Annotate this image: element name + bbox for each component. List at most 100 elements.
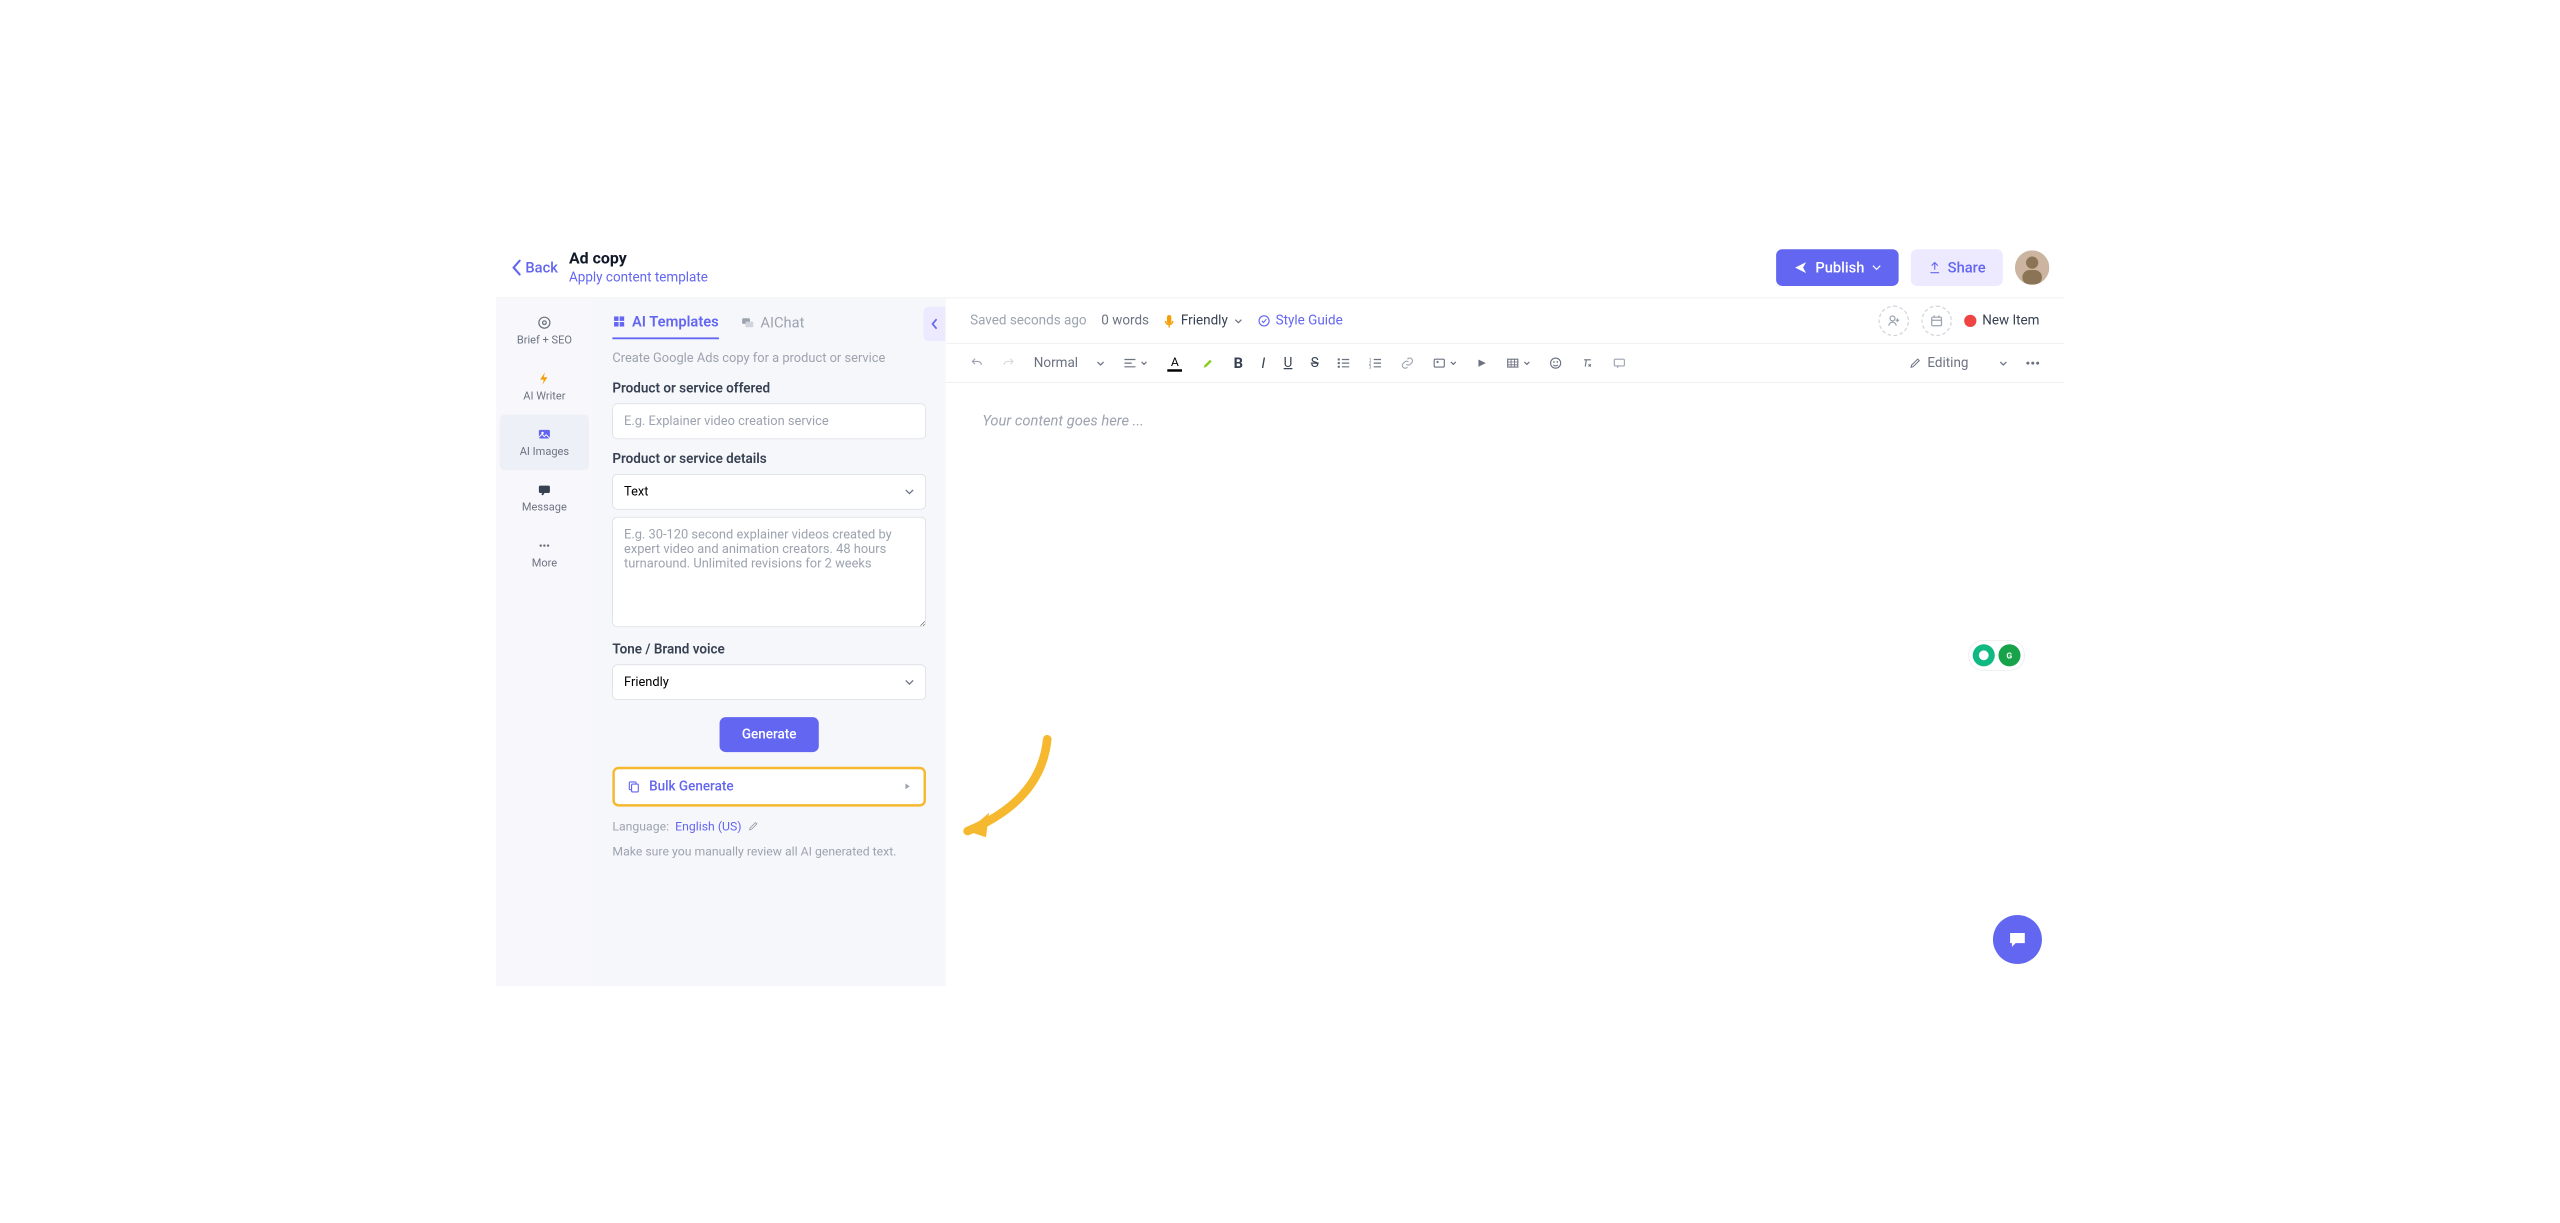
sidebar-item-ai-writer[interactable]: AI Writer (496, 359, 593, 415)
tone-select[interactable]: Friendly (612, 664, 926, 700)
bold-button[interactable]: B (1234, 354, 1243, 371)
svg-text:G: G (2006, 651, 2012, 661)
pencil-icon (1909, 357, 1921, 369)
chevron-down-icon (1450, 360, 1457, 365)
send-icon (1793, 260, 1808, 275)
sidebar-label: Message (522, 501, 567, 514)
user-avatar[interactable] (2015, 250, 2049, 284)
content-editor[interactable]: Your content goes here ... G (946, 383, 2064, 986)
field-label: Product or service details (612, 451, 926, 466)
share-label: Share (1948, 259, 1986, 276)
tone-label: Friendly (1181, 313, 1228, 328)
collapse-panel-button[interactable] (924, 307, 946, 341)
bolt-icon (537, 371, 552, 386)
tab-ai-templates[interactable]: AI Templates (612, 313, 718, 339)
bullet-list-button[interactable] (1337, 357, 1350, 368)
sidebar-item-more[interactable]: More (496, 526, 593, 582)
product-service-input[interactable] (612, 403, 926, 439)
calendar-icon (1929, 313, 1944, 328)
underline-button[interactable]: U (1284, 355, 1293, 370)
chevron-left-icon (930, 317, 939, 330)
table-button[interactable] (1506, 356, 1531, 369)
content-placeholder: Your content goes here ... (982, 412, 2027, 429)
more-icon (2026, 361, 2039, 365)
align-button[interactable] (1123, 357, 1148, 368)
triangle-right-icon (904, 782, 911, 791)
page-title: Ad copy (569, 249, 708, 267)
clear-format-button[interactable] (1581, 356, 1594, 369)
editing-label: Editing (1927, 355, 1968, 370)
video-button[interactable] (1476, 357, 1488, 369)
ai-panel: AI Templates AIChat Create Google Ads co… (593, 298, 946, 986)
check-circle-icon (1257, 314, 1270, 327)
back-button[interactable]: Back (511, 259, 558, 276)
upload-icon (1928, 261, 1941, 274)
edit-icon[interactable] (748, 820, 759, 831)
redo-button[interactable] (1002, 356, 1015, 369)
style-guide-label: Style Guide (1276, 313, 1343, 328)
editing-mode-button[interactable]: Editing (1909, 355, 2008, 370)
product-details-textarea[interactable] (612, 517, 926, 627)
numbered-list-button[interactable]: 123 (1369, 357, 1382, 368)
new-item-label: New Item (1982, 313, 2039, 328)
chevron-down-icon (1999, 360, 2008, 365)
chat-widget-button[interactable] (1993, 915, 2042, 964)
tone-selector[interactable]: Friendly (1164, 313, 1243, 328)
more-toolbar-button[interactable] (2026, 361, 2039, 365)
link-button[interactable] (1401, 356, 1414, 369)
undo-icon (970, 356, 983, 369)
chevron-down-icon (905, 488, 915, 494)
style-guide-button[interactable]: Style Guide (1257, 313, 1343, 328)
sidebar-label: More (532, 557, 557, 570)
chevron-down-icon (1872, 264, 1882, 270)
chevron-down-icon (1096, 360, 1105, 365)
select-value: Text (624, 484, 648, 499)
publish-button[interactable]: Publish (1776, 249, 1899, 286)
text-color-icon: A (1166, 354, 1183, 371)
tab-ai-chat[interactable]: AIChat (741, 313, 805, 339)
sidebar-item-message[interactable]: Message (496, 470, 593, 526)
calendar-button[interactable] (1921, 305, 1952, 336)
chevron-down-icon (1234, 318, 1243, 323)
image-icon (537, 427, 552, 442)
apply-template-link[interactable]: Apply content template (569, 270, 708, 285)
bulk-generate-button[interactable]: Bulk Generate (612, 766, 926, 806)
back-label: Back (525, 259, 558, 276)
chevron-left-icon (511, 259, 522, 276)
comment-button[interactable] (1613, 356, 1626, 369)
details-type-select[interactable]: Text (612, 474, 926, 510)
image-button[interactable] (1433, 356, 1458, 369)
sidebar-item-brief-seo[interactable]: Brief + SEO (496, 303, 593, 359)
language-row: Language: English (US) (612, 819, 926, 834)
saved-status: Saved seconds ago (970, 313, 1087, 328)
user-plus-icon (1886, 313, 1901, 328)
highlight-button[interactable] (1202, 356, 1215, 369)
add-user-button[interactable] (1878, 305, 1909, 336)
chevron-down-icon (905, 679, 915, 685)
review-note: Make sure you manually review all AI gen… (612, 842, 926, 860)
sidebar-label: AI Images (520, 445, 569, 458)
generate-button[interactable]: Generate (720, 717, 819, 752)
italic-button[interactable]: I (1261, 354, 1265, 371)
language-value[interactable]: English (US) (675, 819, 741, 834)
more-icon (537, 538, 552, 553)
bulk-label: Bulk Generate (649, 779, 895, 794)
svg-text:3: 3 (1369, 365, 1372, 368)
redo-icon (1002, 356, 1015, 369)
undo-button[interactable] (970, 356, 983, 369)
text-color-button[interactable]: A (1166, 354, 1183, 371)
tool-icon-1[interactable] (1973, 644, 1995, 666)
grammarly-icon[interactable]: G (1998, 644, 2020, 666)
tab-label: AI Templates (632, 313, 719, 330)
heading-select[interactable]: Normal (1034, 355, 1105, 370)
strike-button[interactable]: S (1311, 355, 1319, 370)
list-bullet-icon (1337, 357, 1350, 368)
table-icon (1506, 356, 1519, 369)
share-button[interactable]: Share (1911, 249, 2003, 286)
sidebar-item-ai-images[interactable]: AI Images (500, 415, 589, 471)
new-item-status[interactable]: New Item (1964, 313, 2040, 328)
emoji-button[interactable] (1549, 356, 1562, 369)
chat-bubble-icon (2006, 928, 2028, 950)
editor-toolbar: Normal A B I U S 123 Editing (946, 344, 2064, 383)
clear-format-icon (1581, 356, 1594, 369)
